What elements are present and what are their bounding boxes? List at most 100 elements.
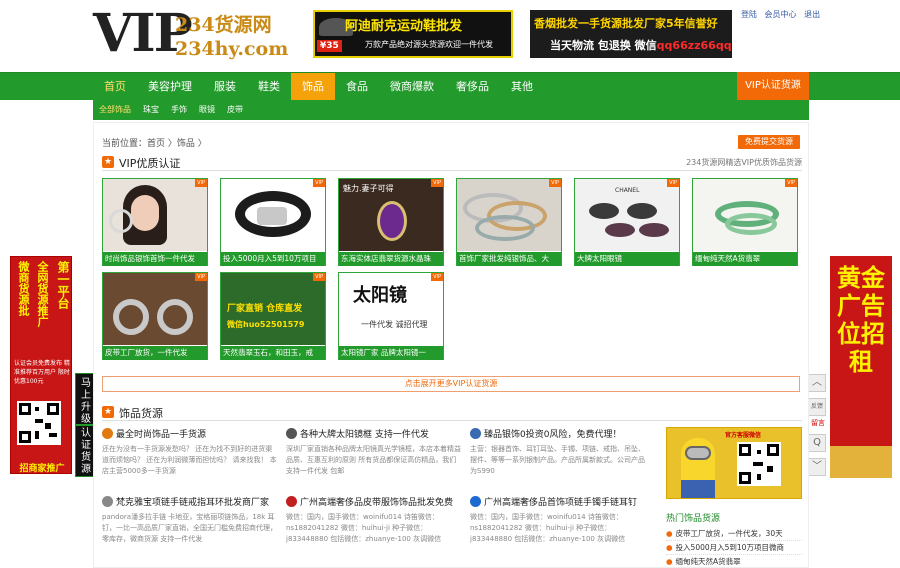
- banner-ad-cigarettes[interactable]: 香烟批发一手货源批发厂家5年信誉好 当天物流 包退换 微信qq66zz66qq: [530, 10, 732, 58]
- nav-item-3[interactable]: 鞋类: [247, 73, 291, 101]
- product-caption[interactable]: 缅甸纯天然A货翡翠: [693, 252, 797, 266]
- product-caption[interactable]: 首饰厂家批发纯银饰品、大: [457, 252, 561, 266]
- ad-headline: 阿迪耐克运动鞋批发: [345, 19, 463, 34]
- product-image[interactable]: 太阳镜 一件代发 诚招代理: [339, 273, 443, 345]
- vip-certified-button[interactable]: VIP认证货源: [737, 72, 809, 100]
- logout-link[interactable]: 退出: [804, 10, 820, 19]
- top-header: VIP 234货源网 234hy.com ¥35 阿迪耐克运动鞋批发 万款产品绝…: [0, 0, 900, 72]
- minion-goggle: [685, 446, 711, 460]
- site-logo[interactable]: VIP 234货源网 234hy.com: [93, 4, 303, 68]
- nav-item-5[interactable]: 食品: [335, 73, 379, 101]
- subnav-item-0[interactable]: 全部饰品: [93, 100, 137, 120]
- vip-product-card[interactable]: 魅力.妻子可得 VIP 东海实体店翡翠货源水晶珠: [338, 178, 444, 266]
- free-submit-button[interactable]: 免费提交货源: [738, 135, 800, 149]
- vip-product-card[interactable]: CHANEL VIP 大牌太阳眼镜: [574, 178, 680, 266]
- news-item[interactable]: 最全时尚饰品一手货源还在为没有一手货源发愁吗？ 还在为找不到好的进货渠道而烦恼吗…: [102, 427, 278, 495]
- nav-item-6[interactable]: 微商爆款: [379, 73, 445, 101]
- product-image[interactable]: [103, 179, 207, 251]
- product-caption[interactable]: 天然翡翠玉石，和田玉，戒: [221, 346, 325, 360]
- news-item[interactable]: 臻品银饰0投资0风险，免费代理！ 主营：银器首饰、耳钉耳坠、手镯、项链、戒指、吊坠…: [470, 427, 646, 495]
- hot-list-item[interactable]: ● 投入5000月入5到10万项目微商: [666, 541, 802, 555]
- news-body: 微信：国内，国手微信：woinifu014 诗笛微信：ns1882041282 …: [286, 513, 442, 543]
- news-title[interactable]: 广州高端奢侈品首饰项链手镯手链耳钉: [484, 495, 637, 508]
- news-body: 深圳厂家直销各种品牌太阳镜真光学镜框，本店本着精益品质、互惠互利的原则 所有货品…: [286, 445, 461, 475]
- product-image[interactable]: CHANEL: [575, 179, 679, 251]
- logo-line2: 234hy.com: [175, 38, 289, 60]
- news-title[interactable]: 各种大牌太阳镜框 支持一件代发: [300, 427, 429, 440]
- product-caption[interactable]: 大牌太阳眼镜: [575, 252, 679, 266]
- nav-item-8[interactable]: 其他: [500, 73, 544, 101]
- product-caption[interactable]: 时尚饰品银饰首饰一件代发: [103, 252, 207, 266]
- left-ad-bottom: 招商家推广: [19, 464, 65, 474]
- product-image[interactable]: [103, 273, 207, 345]
- right-float-ad[interactable]: 黄金广告位招租: [830, 256, 892, 478]
- bullet-icon: ●: [666, 557, 673, 566]
- subnav-item-4[interactable]: 皮带: [221, 100, 249, 120]
- upgrade-text: 马上升级: [81, 378, 91, 425]
- vip-product-card[interactable]: VIP 首饰厂家批发纯银饰品、大: [456, 178, 562, 266]
- ad-price-badge: ¥35: [317, 40, 342, 52]
- vip-product-card[interactable]: 太阳镜 一件代发 诚招代理 VIP 太阳镜厂家 品牌太阳镜一: [338, 272, 444, 360]
- news-title[interactable]: 梵克雅宝项链手链戒指耳环批发商厂家: [116, 495, 269, 508]
- qq-icon[interactable]: Q: [808, 434, 826, 452]
- product-image[interactable]: [457, 179, 561, 251]
- minion-overalls: [681, 480, 715, 498]
- goods-section-header: ★ 饰品货源: [102, 405, 802, 421]
- news-title[interactable]: 广州高端奢侈品皮带服饰饰品批发免费: [300, 495, 453, 508]
- nav-item-2[interactable]: 服装: [203, 73, 247, 101]
- news-title[interactable]: 臻品银饰0投资0风险，免费代理！: [484, 427, 621, 440]
- vip-product-card[interactable]: VIP 时尚饰品银饰首饰一件代发: [102, 178, 208, 266]
- subnav-item-2[interactable]: 手饰: [165, 100, 193, 120]
- subnav-item-3[interactable]: 眼镜: [193, 100, 221, 120]
- left-float-ad[interactable]: 微商货源批 全网货源推广 第一平台 认证会员免费发布 精准推荐百万用户 限时优惠…: [10, 256, 72, 474]
- vip-tag: VIP: [549, 179, 561, 187]
- show-more-button[interactable]: 点击展开更多VIP认证货源: [102, 376, 800, 392]
- news-body: 微信：国内，国手微信：woinifu014 诗笛微信：ns1882041282 …: [470, 513, 626, 543]
- product-caption[interactable]: 太阳镜厂家 品牌太阳镜一: [339, 346, 443, 360]
- vip-product-card[interactable]: VIP 皮带工厂放货，一件代发: [102, 272, 208, 360]
- hot-item-text: 缅甸纯天然A货翡翠: [675, 557, 741, 566]
- vip-tag: VIP: [431, 273, 443, 281]
- product-image[interactable]: 厂家直销 仓库直发 微信huo52501579: [221, 273, 325, 345]
- subnav-item-1[interactable]: 珠宝: [137, 100, 165, 120]
- nav-item-1[interactable]: 美容护理: [137, 73, 203, 101]
- news-item[interactable]: 广州高端奢侈品首饰项链手镯手链耳钉微信：国内，国手微信：woinifu014 诗…: [470, 495, 646, 563]
- avatar-icon: [470, 496, 481, 507]
- product-image[interactable]: [221, 179, 325, 251]
- card-overlay-text: 微信huo52501579: [227, 320, 305, 329]
- banner-ad-sneakers[interactable]: ¥35 阿迪耐克运动鞋批发 万款产品绝对源头货源欢迎一件代发: [313, 10, 513, 58]
- ad-wechat-id: qq66zz66qq: [656, 39, 732, 52]
- hot-list-item[interactable]: ● 缅甸纯天然A货翡翠: [666, 555, 802, 568]
- customer-service-promo[interactable]: 官方客服微信: [666, 427, 802, 499]
- product-image[interactable]: [693, 179, 797, 251]
- scroll-up-icon[interactable]: ︿: [808, 374, 826, 392]
- product-caption[interactable]: 投入5000月入5到10万项目: [221, 252, 325, 266]
- news-title[interactable]: 最全时尚饰品一手货源: [116, 427, 206, 440]
- bullet-icon: ●: [666, 543, 673, 552]
- member-center-link[interactable]: 会员中心: [765, 10, 797, 19]
- product-image[interactable]: 魅力.妻子可得: [339, 179, 443, 251]
- login-link[interactable]: 登陆: [741, 10, 757, 19]
- left-ad-small-text: 认证会员免费发布 精准推荐百万用户 限时优惠100元: [14, 360, 70, 385]
- scroll-down-icon[interactable]: ﹀: [808, 458, 826, 476]
- side-toolbar: ︿ 反馈 留言 Q ﹀: [808, 374, 828, 476]
- nav-item-7[interactable]: 奢侈品: [445, 73, 500, 101]
- nav-item-0[interactable]: 首页: [93, 73, 137, 101]
- nav-item-4[interactable]: 饰品: [291, 73, 335, 101]
- news-item[interactable]: 各种大牌太阳镜框 支持一件代发深圳厂家直销各种品牌太阳镜真光学镜框，本店本着精益…: [286, 427, 462, 495]
- product-caption[interactable]: 皮带工厂放货，一件代发: [103, 346, 207, 360]
- news-item[interactable]: 梵克雅宝项链手链戒指耳环批发商厂家 pandora潘多拉手链 卡地亚，宝格丽项链饰…: [102, 495, 278, 563]
- vip-product-card[interactable]: 厂家直销 仓库直发 微信huo52501579 VIP 天然翡翠玉石，和田玉，戒: [220, 272, 326, 360]
- news-item[interactable]: 广州高端奢侈品皮带服饰饰品批发免费微信：国内，国手微信：woinifu014 诗…: [286, 495, 462, 563]
- feedback-icon[interactable]: 反馈: [808, 398, 826, 416]
- vip-product-card[interactable]: VIP 投入5000月入5到10万项目: [220, 178, 326, 266]
- left-ad-col3: 第一平台: [56, 261, 70, 309]
- star-icon: ★: [102, 406, 114, 418]
- hot-list-item[interactable]: ● 皮带工厂放货，一件代发，30天: [666, 527, 802, 541]
- news-body: 还在为没有一手货源发愁吗？ 还在为找不到好的进货渠道而烦恼吗？ 还在为利润微薄而…: [102, 445, 277, 475]
- vip-product-card[interactable]: VIP 缅甸纯天然A货翡翠: [692, 178, 798, 266]
- news-header: 梵克雅宝项链手链戒指耳环批发商厂家: [102, 495, 278, 508]
- ad-subline: 当天物流 包退换 微信qq66zz66qq: [550, 37, 732, 53]
- qr-code-icon: [17, 401, 61, 445]
- product-caption[interactable]: 东海实体店翡翠货源水晶珠: [339, 252, 443, 266]
